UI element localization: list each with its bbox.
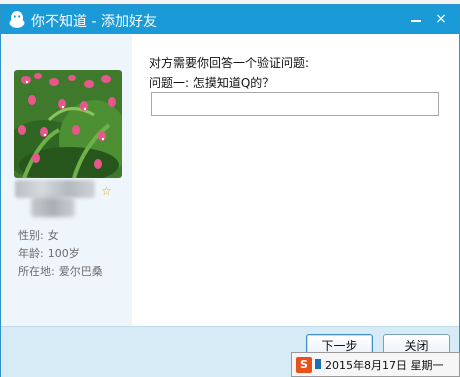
close-window-button[interactable]: × (432, 11, 450, 27)
age-value: 100岁 (47, 247, 80, 260)
avatar[interactable] (14, 70, 122, 178)
sogou-ime-icon[interactable]: S (296, 357, 312, 373)
tray-icon[interactable] (315, 359, 321, 369)
profile-sidebar: ☆ 性别: 女 年龄: 100岁 所在地: 爱尔巴桑 (1, 34, 132, 326)
add-friend-dialog: 你不知道 - 添加好友 × ☆ 性别: 女 年龄: 100岁 所在地: 爱尔巴桑… (0, 4, 460, 377)
taskbar-date-tooltip: S 2015年8月17日 星期一 (291, 352, 460, 377)
minimize-button[interactable] (407, 11, 425, 27)
age-label: 年龄: (18, 247, 44, 260)
age-info: 年龄: 100岁 (18, 245, 80, 261)
location-info: 所在地: 爱尔巴桑 (18, 263, 103, 279)
gender-value: 女 (47, 229, 59, 242)
answer-input[interactable] (151, 92, 439, 116)
minimize-icon (411, 20, 421, 22)
qq-penguin-icon (9, 11, 25, 28)
star-icon: ☆ (101, 184, 112, 198)
nickname-redacted-2 (31, 197, 75, 217)
nickname-redacted (15, 180, 95, 198)
gender-info: 性别: 女 (18, 227, 59, 243)
window-title: 你不知道 - 添加好友 (31, 14, 157, 30)
location-value: 爱尔巴桑 (58, 265, 103, 278)
date-tooltip-text: 2015年8月17日 星期一 (325, 359, 444, 372)
location-label: 所在地: (18, 265, 55, 278)
verification-panel: 对方需要你回答一个验证问题: 问题一: 怎摸知道Q的？ (132, 34, 459, 326)
verification-prompt: 对方需要你回答一个验证问题: (149, 56, 310, 70)
gender-label: 性别: (18, 229, 44, 242)
title-bar[interactable]: 你不知道 - 添加好友 × (1, 5, 459, 34)
verification-question: 问题一: 怎摸知道Q的？ (149, 76, 275, 90)
